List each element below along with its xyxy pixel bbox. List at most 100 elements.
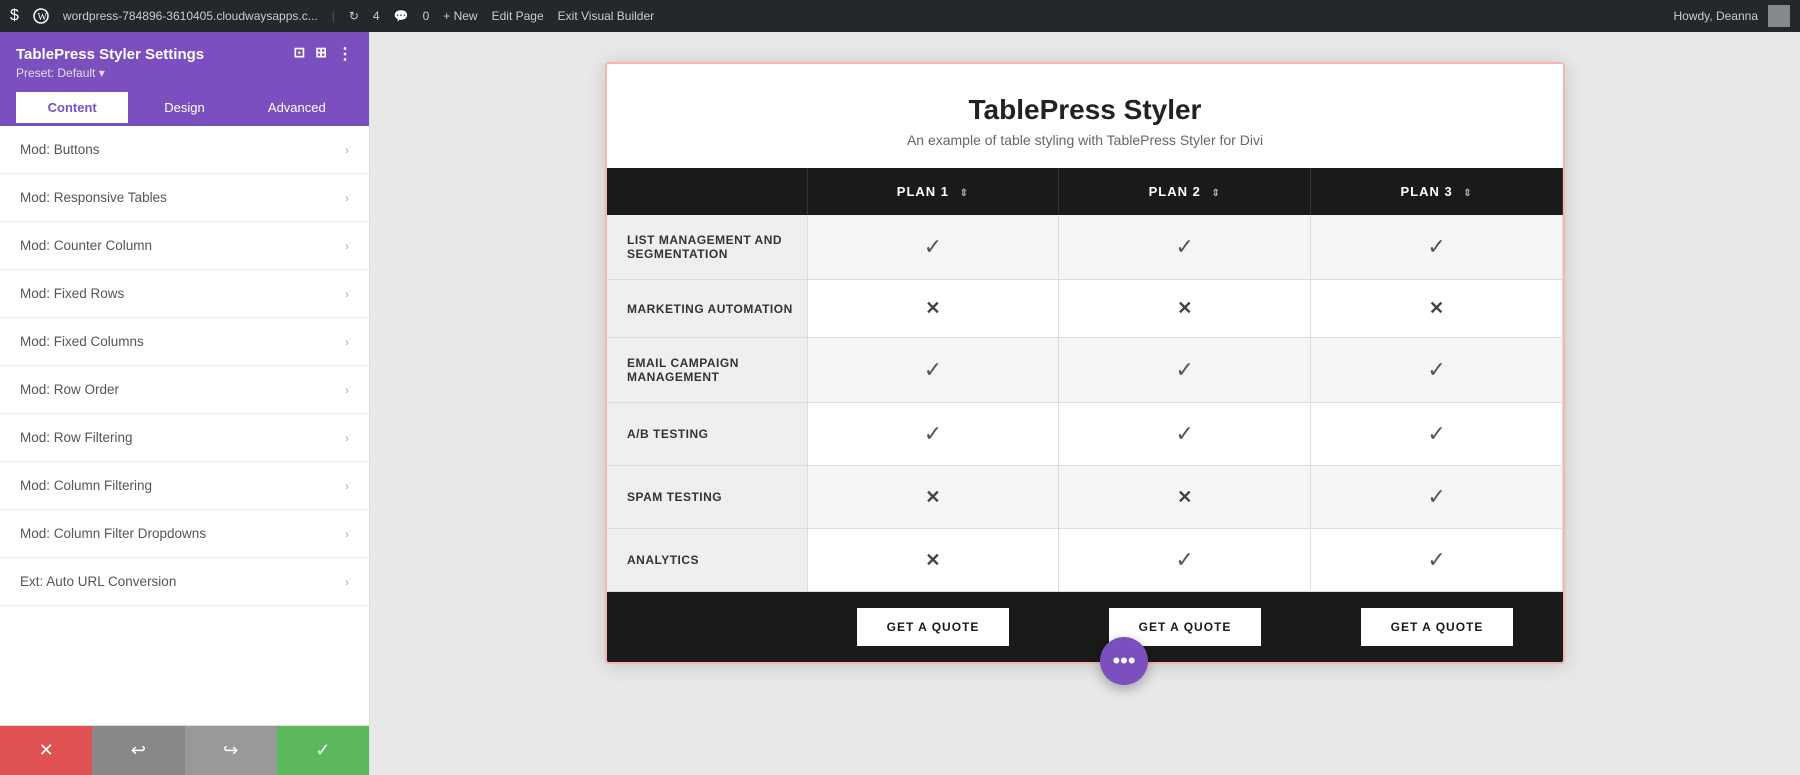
x-icon: ✕ (925, 550, 940, 570)
sidebar-header: TablePress Styler Settings ⊡ ⊞ ⋮ Preset:… (0, 32, 369, 126)
x-icon: ✕ (1429, 298, 1444, 318)
sidebar: TablePress Styler Settings ⊡ ⊞ ⋮ Preset:… (0, 32, 370, 775)
wp-icon: W (33, 8, 49, 24)
sidebar-item-label: Ext: Auto URL Conversion (20, 574, 176, 589)
check-icon: ✓ (924, 421, 942, 446)
preset-dropdown-icon[interactable]: ▾ (99, 66, 105, 80)
cell-feature: SPAM TESTING (607, 466, 807, 529)
cell-feature: MARKETING AUTOMATION (607, 280, 807, 338)
chevron-down-icon: › (345, 143, 349, 157)
more-icon[interactable]: ⋮ (337, 44, 353, 64)
edit-page-link[interactable]: Edit Page (492, 9, 544, 23)
sidebar-items: Mod: Buttons›Mod: Responsive Tables›Mod:… (0, 126, 369, 725)
footer-cell-plan3: GET A QUOTE (1311, 608, 1563, 646)
refresh-icon: ↻ (349, 9, 359, 23)
tab-content[interactable]: Content (16, 92, 128, 126)
preset-label: Preset: Default (16, 66, 95, 80)
col-header-plan2: PLAN 2 ⇕ (1059, 168, 1311, 215)
sidebar-item-mod-fixed-columns[interactable]: Mod: Fixed Columns› (0, 318, 369, 366)
site-link[interactable]: wordpress-784896-3610405.cloudwaysapps.c… (63, 9, 318, 23)
tab-design[interactable]: Design (128, 92, 240, 126)
chevron-down-icon: › (345, 479, 349, 493)
table-body: LIST MANAGEMENT AND SEGMENTATION✓✓✓MARKE… (607, 215, 1563, 592)
table-card: TablePress Styler An example of table st… (605, 62, 1565, 664)
table-row: LIST MANAGEMENT AND SEGMENTATION✓✓✓ (607, 215, 1563, 280)
sidebar-title: TablePress Styler Settings ⊡ ⊞ ⋮ (16, 44, 353, 64)
sidebar-item-label: Mod: Counter Column (20, 238, 152, 253)
save-button[interactable]: ✓ (277, 726, 369, 775)
content-area: TablePress Styler An example of table st… (370, 32, 1800, 775)
fab-icon: ••• (1112, 648, 1135, 674)
cell-plan1: ✓ (807, 215, 1059, 280)
cell-feature: ANALYTICS (607, 529, 807, 592)
sidebar-item-label: Mod: Responsive Tables (20, 190, 167, 205)
x-icon: ✕ (925, 487, 940, 507)
cell-plan3: ✓ (1311, 529, 1563, 592)
cell-plan3: ✓ (1311, 466, 1563, 529)
cell-plan3: ✓ (1311, 403, 1563, 466)
cell-plan3: ✓ (1311, 338, 1563, 403)
chevron-down-icon: › (345, 527, 349, 541)
sidebar-item-label: Mod: Buttons (20, 142, 100, 157)
col-header-feature (607, 168, 807, 215)
x-icon: ✕ (1177, 487, 1192, 507)
x-icon: ✕ (925, 298, 940, 318)
fab-button[interactable]: ••• (1100, 637, 1148, 685)
redo-button[interactable]: ↪ (185, 726, 277, 775)
chevron-down-icon: › (345, 287, 349, 301)
sidebar-item-label: Mod: Row Filtering (20, 430, 133, 445)
main-layout: TablePress Styler Settings ⊡ ⊞ ⋮ Preset:… (0, 32, 1800, 775)
table-row: SPAM TESTING ✕ ✕ ✓ (607, 466, 1563, 529)
sidebar-item-ext-auto-url-conversion[interactable]: Ext: Auto URL Conversion› (0, 558, 369, 606)
check-icon: ✓ (1427, 421, 1445, 446)
sidebar-bottom: ✕ ↩ ↪ ✓ (0, 725, 369, 775)
check-icon: ✓ (1427, 234, 1445, 259)
tab-advanced[interactable]: Advanced (241, 92, 353, 126)
howdy-label: Howdy, Deanna (1674, 9, 1759, 23)
undo-button[interactable]: ↩ (92, 726, 184, 775)
check-icon: ✓ (1176, 547, 1194, 572)
table-row: ANALYTICS ✕ ✓ ✓ (607, 529, 1563, 592)
sidebar-item-mod-row-filtering[interactable]: Mod: Row Filtering› (0, 414, 369, 462)
sidebar-item-mod-column-filtering[interactable]: Mod: Column Filtering› (0, 462, 369, 510)
cell-plan2: ✕ (1059, 280, 1311, 338)
table-row: EMAIL CAMPAIGN MANAGEMENT✓✓✓ (607, 338, 1563, 403)
table-row: MARKETING AUTOMATION ✕ ✕ ✕ (607, 280, 1563, 338)
user-avatar (1768, 5, 1790, 27)
minimize-icon[interactable]: ⊡ (294, 44, 306, 64)
check-icon: ✓ (1427, 547, 1445, 572)
topbar-right: Howdy, Deanna (1674, 5, 1791, 27)
sidebar-item-mod-responsive-tables[interactable]: Mod: Responsive Tables› (0, 174, 369, 222)
sidebar-item-mod-column-filter-dropdowns[interactable]: Mod: Column Filter Dropdowns› (0, 510, 369, 558)
check-icon: ✓ (1176, 357, 1194, 382)
cell-feature: EMAIL CAMPAIGN MANAGEMENT (607, 338, 807, 403)
table-subtitle: An example of table styling with TablePr… (627, 132, 1543, 148)
cell-feature: A/B TESTING (607, 403, 807, 466)
topbar-separator-1: | (332, 9, 335, 23)
get-quote-plan1-button[interactable]: GET A QUOTE (857, 608, 1010, 646)
refresh-count: 4 (373, 9, 380, 23)
check-icon: ✓ (1427, 357, 1445, 382)
comment-icon: 💬 (394, 9, 409, 23)
top-bar: $ W wordpress-784896-3610405.cloudwaysap… (0, 0, 1800, 32)
sidebar-item-mod-row-order[interactable]: Mod: Row Order› (0, 366, 369, 414)
sidebar-item-mod-fixed-rows[interactable]: Mod: Fixed Rows› (0, 270, 369, 318)
comparison-table: PLAN 1 ⇕ PLAN 2 ⇕ PLAN 3 ⇕ LIST MANAGEME… (607, 168, 1563, 592)
sidebar-tabs: Content Design Advanced (16, 92, 353, 126)
sidebar-item-mod-counter-column[interactable]: Mod: Counter Column› (0, 222, 369, 270)
cell-plan2: ✕ (1059, 466, 1311, 529)
cell-plan2: ✓ (1059, 338, 1311, 403)
footer-cell-empty (607, 608, 807, 646)
get-quote-plan3-button[interactable]: GET A QUOTE (1361, 608, 1514, 646)
footer-cell-plan1: GET A QUOTE (807, 608, 1059, 646)
split-icon[interactable]: ⊞ (315, 44, 327, 64)
sidebar-item-label: Mod: Fixed Columns (20, 334, 144, 349)
wp-logo: $ (10, 7, 19, 25)
new-link[interactable]: + New (443, 9, 477, 23)
cancel-button[interactable]: ✕ (0, 726, 92, 775)
sidebar-item-mod-buttons[interactable]: Mod: Buttons › (0, 126, 369, 174)
sidebar-preset[interactable]: Preset: Default ▾ (16, 66, 353, 88)
table-row: A/B TESTING✓✓✓ (607, 403, 1563, 466)
svg-text:W: W (37, 12, 47, 23)
exit-vb-link[interactable]: Exit Visual Builder (558, 9, 655, 23)
